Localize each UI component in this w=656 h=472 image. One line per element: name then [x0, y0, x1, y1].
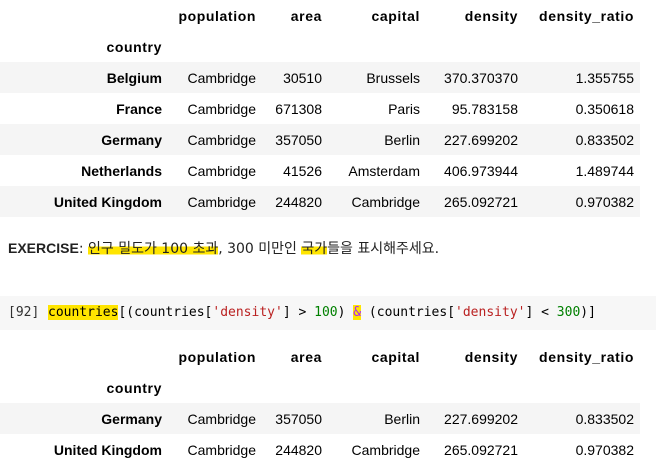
cell-density: 227.699202 [426, 124, 524, 155]
cell-area: 671308 [275, 100, 322, 117]
row-index-country: United Kingdom [0, 186, 170, 217]
cell-area: 41526 [283, 162, 322, 179]
col-header-density-ratio: density_ratio [539, 348, 634, 365]
table-body: Germany Cambridge 357050 Berlin 227.699202 0.… [0, 403, 640, 465]
cell-area: 30510 [262, 62, 328, 93]
table-row: United Kingdom Cambridge 244820 Cambridge 26… [0, 434, 640, 465]
col-header-population: population [178, 7, 256, 24]
header-row: population area capital density density_… [0, 341, 640, 372]
cell-prompt: [92] [8, 305, 40, 320]
cell-population: Cambridge [187, 162, 256, 179]
cell-population: Cambridge [170, 62, 262, 93]
cell-density: 95.783158 [451, 100, 518, 117]
col-header-area: area [290, 7, 322, 24]
index-name: country [106, 379, 162, 396]
cell-population: Cambridge [170, 403, 262, 434]
cell-area: 357050 [262, 403, 328, 434]
cell-area: 357050 [262, 124, 328, 155]
cell-density: 265.092721 [444, 441, 518, 458]
cell-density: 370.370370 [426, 62, 524, 93]
cell-population: Cambridge [187, 100, 256, 117]
code-editor[interactable]: countries[(countries['density'] > 100) &… [48, 305, 596, 320]
cell-density: 227.699202 [426, 403, 524, 434]
header-row: population area capital density density_… [0, 0, 640, 31]
row-index-country: Netherlands [81, 162, 162, 179]
row-index-country: United Kingdom [53, 441, 162, 458]
cell-population: Cambridge [170, 124, 262, 155]
index-name-row: country [0, 372, 640, 403]
dataframe-output-all: population area capital density density_… [0, 0, 640, 217]
highlight: 인구 밀도가 100 초과 [87, 241, 219, 257]
table-row: Germany Cambridge 357050 Berlin 227.699202 0.… [0, 124, 640, 155]
col-header-density: density [464, 7, 518, 24]
index-name: country [106, 38, 162, 55]
dataframe-output-filtered: population area capital density density_… [0, 341, 640, 465]
cell-density-ratio: 1.489744 [575, 162, 634, 179]
cell-density-ratio: 0.350618 [575, 100, 634, 117]
code-cell[interactable]: [92] countries[(countries['density'] > 1… [0, 296, 656, 330]
col-header-density: density [464, 348, 518, 365]
col-header-population: population [178, 348, 256, 365]
table-body: Belgium Cambridge 30510 Brussels 370.370370 1… [0, 62, 640, 217]
row-index-country: Belgium [0, 62, 170, 93]
table-row: Germany Cambridge 357050 Berlin 227.699202 0.… [0, 403, 640, 434]
cell-capital: Cambridge [328, 186, 426, 217]
cell-area: 244820 [275, 441, 322, 458]
cell-population: Cambridge [170, 186, 262, 217]
cell-population: Cambridge [187, 441, 256, 458]
cell-capital: Paris [388, 100, 420, 117]
col-header-capital: capital [371, 7, 420, 24]
cell-capital: Berlin [328, 124, 426, 155]
row-index-country: Germany [0, 124, 170, 155]
cell-capital: Amsterdam [348, 162, 420, 179]
cell-density-ratio: 1.355755 [524, 62, 640, 93]
col-header-capital: capital [371, 348, 420, 365]
col-header-density-ratio: density_ratio [539, 7, 634, 24]
index-name-row: country [0, 31, 640, 62]
cell-capital: Brussels [328, 62, 426, 93]
cell-density-ratio: 0.970382 [524, 186, 640, 217]
table-row: France Cambridge 671308 Paris 95.783158 0.350… [0, 93, 640, 124]
exercise-text: EXERCISE: 인구 밀도가 100 초과, 300 미만인 국가들을 표시… [8, 240, 440, 257]
cell-capital: Berlin [328, 403, 426, 434]
cell-area: 244820 [262, 186, 328, 217]
row-index-country: France [116, 100, 162, 117]
cell-density-ratio: 0.833502 [524, 403, 640, 434]
cell-density-ratio: 0.833502 [524, 124, 640, 155]
cell-density-ratio: 0.970382 [575, 441, 634, 458]
cell-density: 265.092721 [426, 186, 524, 217]
col-header-area: area [290, 348, 322, 365]
cell-capital: Cambridge [351, 441, 420, 458]
table-row: Netherlands Cambridge 41526 Amsterdam 406.97… [0, 155, 640, 186]
table-row: Belgium Cambridge 30510 Brussels 370.370370 1… [0, 62, 640, 93]
highlight: 국가 [301, 241, 328, 257]
row-index-country: Germany [0, 403, 170, 434]
cell-density: 406.973944 [444, 162, 518, 179]
exercise-label: EXERCISE [8, 240, 79, 256]
table-row: United Kingdom Cambridge 244820 Cambridge 26… [0, 186, 640, 217]
